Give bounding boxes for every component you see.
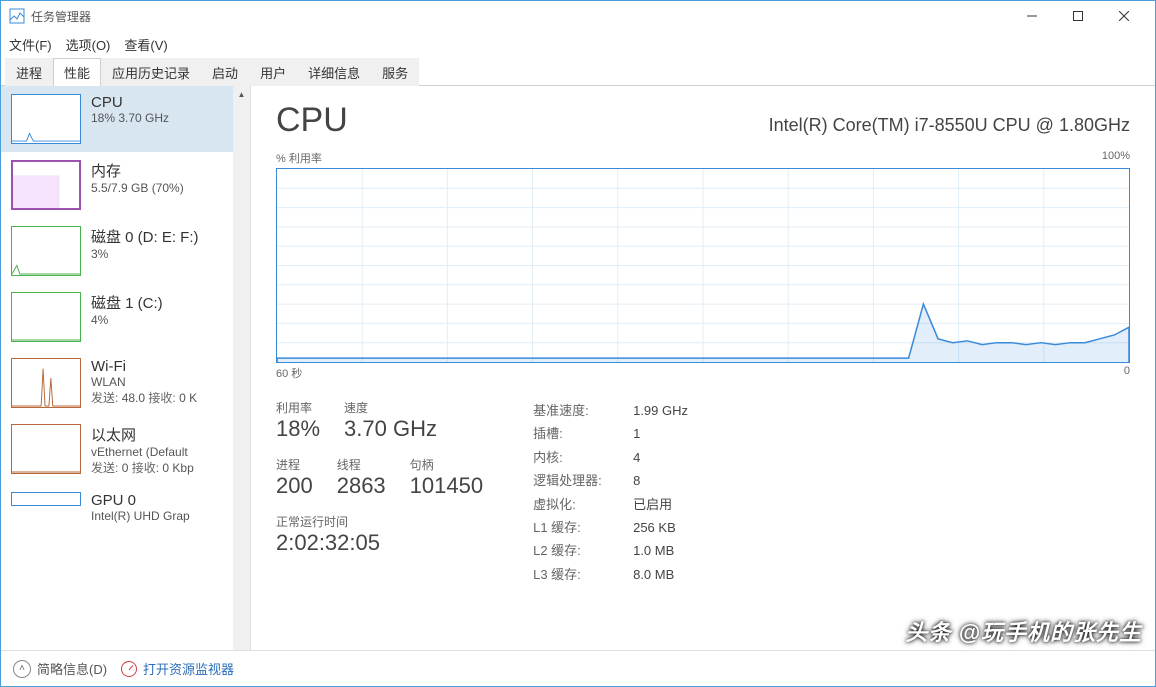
menu-options[interactable]: 选项(O): [66, 35, 111, 54]
menu-bar: 文件(F) 选项(O) 查看(V): [1, 31, 1155, 57]
uptime-value: 2:02:32:05: [276, 530, 483, 556]
sidebar-item-disk1[interactable]: 磁盘 1 (C:) 4%: [1, 284, 233, 350]
sidebar-disk0-title: 磁盘 0 (D: E: F:): [91, 226, 223, 247]
sidebar-item-ethernet[interactable]: 以太网 vEthernet (Default 发送: 0 接收: 0 Kbp: [1, 416, 233, 484]
sidebar-eth-title: 以太网: [91, 424, 223, 445]
spec-l2-val: 1.0 MB: [633, 539, 674, 562]
chart-ymax: 100%: [1102, 150, 1130, 166]
sidebar-disk0-sub: 3%: [91, 247, 223, 261]
sidebar-gpu-title: GPU 0: [91, 492, 223, 509]
detail-title: CPU: [276, 101, 348, 140]
window-controls: [1009, 1, 1147, 31]
sidebar-memory-title: 内存: [91, 160, 223, 181]
spec-l1-val: 256 KB: [633, 516, 676, 539]
window-title: 任务管理器: [31, 8, 1009, 25]
cpu-utilization-chart[interactable]: [276, 168, 1130, 363]
sidebar-item-gpu0[interactable]: GPU 0 Intel(R) UHD Grap: [1, 484, 233, 531]
tab-performance[interactable]: 性能: [53, 58, 101, 86]
spec-logical-val: 8: [633, 469, 640, 492]
sidebar-wifi-title: Wi-Fi: [91, 358, 223, 375]
sidebar-cpu-sub: 18% 3.70 GHz: [91, 111, 223, 125]
sidebar-eth-sub2: 发送: 0 接收: 0 Kbp: [91, 459, 223, 476]
processes-value: 200: [276, 473, 313, 499]
speed-value: 3.70 GHz: [344, 416, 437, 442]
sidebar-wifi-sub2: 发送: 48.0 接收: 0 K: [91, 389, 223, 406]
cpu-spec-table: 基准速度:1.99 GHz 插槽:1 内核:4 逻辑处理器:8 虚拟化:已启用 …: [533, 399, 688, 586]
cpu-detail-pane: CPU Intel(R) Core(TM) i7-8550U CPU @ 1.8…: [251, 86, 1155, 650]
ethernet-thumb-icon: [11, 424, 81, 474]
util-value: 18%: [276, 416, 320, 442]
spec-l2-key: L2 缓存:: [533, 539, 633, 562]
spec-l3-val: 8.0 MB: [633, 563, 674, 586]
titlebar: 任务管理器: [1, 1, 1155, 31]
threads-value: 2863: [337, 473, 386, 499]
tab-strip: 进程 性能 应用历史记录 启动 用户 详细信息 服务: [1, 57, 1155, 86]
threads-label: 线程: [337, 456, 386, 473]
tab-details[interactable]: 详细信息: [297, 58, 371, 86]
close-button[interactable]: [1101, 1, 1147, 31]
spec-sockets-key: 插槽:: [533, 422, 633, 445]
handles-label: 句柄: [410, 456, 483, 473]
spec-base-speed-key: 基准速度:: [533, 399, 633, 422]
spec-l3-key: L3 缓存:: [533, 563, 633, 586]
app-icon: [9, 8, 25, 24]
menu-file[interactable]: 文件(F): [9, 35, 52, 54]
sidebar-eth-sub1: vEthernet (Default: [91, 445, 223, 459]
sidebar-memory-sub: 5.5/7.9 GB (70%): [91, 181, 223, 195]
spec-l1-key: L1 缓存:: [533, 516, 633, 539]
sidebar-item-disk0[interactable]: 磁盘 0 (D: E: F:) 3%: [1, 218, 233, 284]
scroll-up-icon[interactable]: ▲: [233, 86, 250, 103]
spec-virt-key: 虚拟化:: [533, 493, 633, 516]
tab-processes[interactable]: 进程: [5, 58, 53, 86]
wifi-thumb-icon: [11, 358, 81, 408]
sidebar-scrollbar[interactable]: ▲: [233, 86, 250, 650]
tab-history[interactable]: 应用历史记录: [101, 58, 201, 86]
sidebar-item-memory[interactable]: 内存 5.5/7.9 GB (70%): [1, 152, 233, 218]
tab-users[interactable]: 用户: [249, 58, 297, 86]
spec-cores-key: 内核:: [533, 446, 633, 469]
status-bar: ˄ 简略信息(D) 打开资源监视器: [1, 650, 1155, 686]
util-label: 利用率: [276, 399, 320, 416]
sidebar-item-cpu[interactable]: CPU 18% 3.70 GHz: [1, 86, 233, 152]
uptime-label: 正常运行时间: [276, 513, 483, 530]
gpu-thumb-icon: [11, 492, 81, 506]
tab-services[interactable]: 服务: [371, 58, 419, 86]
fewer-details-button[interactable]: ˄ 简略信息(D): [13, 659, 107, 678]
speed-label: 速度: [344, 399, 437, 416]
spec-cores-val: 4: [633, 446, 640, 469]
handles-value: 101450: [410, 473, 483, 499]
maximize-button[interactable]: [1055, 1, 1101, 31]
chart-ylabel: % 利用率: [276, 150, 322, 166]
sidebar-wifi-sub1: WLAN: [91, 375, 223, 389]
menu-view[interactable]: 查看(V): [124, 35, 167, 54]
cpu-model: Intel(R) Core(TM) i7-8550U CPU @ 1.80GHz: [769, 115, 1130, 136]
main-area: CPU 18% 3.70 GHz 内存 5.5/7.9 GB (70%): [1, 86, 1155, 650]
spec-virt-val: 已启用: [633, 493, 672, 516]
spec-logical-key: 逻辑处理器:: [533, 469, 633, 492]
spec-base-speed-val: 1.99 GHz: [633, 399, 688, 422]
tab-startup[interactable]: 启动: [201, 58, 249, 86]
processes-label: 进程: [276, 456, 313, 473]
sidebar-item-wifi[interactable]: Wi-Fi WLAN 发送: 48.0 接收: 0 K: [1, 350, 233, 416]
chevron-up-icon: ˄: [13, 660, 31, 678]
cpu-thumb-icon: [11, 94, 81, 144]
sidebar-disk1-title: 磁盘 1 (C:): [91, 292, 223, 313]
sidebar-cpu-title: CPU: [91, 94, 223, 111]
sidebar-disk1-sub: 4%: [91, 313, 223, 327]
memory-thumb-icon: [11, 160, 81, 210]
chart-xmax: 60 秒: [276, 365, 302, 381]
minimize-button[interactable]: [1009, 1, 1055, 31]
sidebar-gpu-sub: Intel(R) UHD Grap: [91, 509, 223, 523]
disk1-thumb-icon: [11, 292, 81, 342]
disk0-thumb-icon: [11, 226, 81, 276]
open-resource-monitor-link[interactable]: 打开资源监视器: [121, 659, 234, 678]
chart-xmin: 0: [1124, 365, 1130, 381]
spec-sockets-val: 1: [633, 422, 640, 445]
resource-monitor-icon: [121, 661, 137, 677]
performance-sidebar: CPU 18% 3.70 GHz 内存 5.5/7.9 GB (70%): [1, 86, 251, 650]
